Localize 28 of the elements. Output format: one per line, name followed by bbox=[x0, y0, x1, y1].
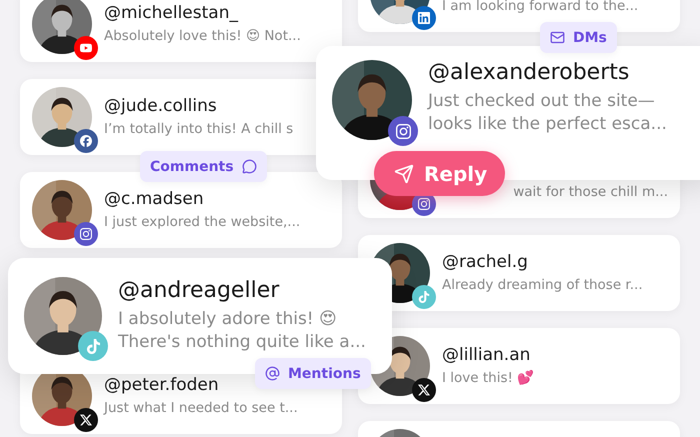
tiktok-icon bbox=[78, 331, 108, 361]
comment-text: I just explored the website,... bbox=[104, 213, 300, 232]
username: @peter.foden bbox=[104, 374, 220, 396]
comment-text: I’m totally into this! A chill s bbox=[104, 120, 294, 138]
comment-text: Just what I needed to see t... bbox=[104, 399, 298, 418]
tag-label: DMs bbox=[573, 30, 607, 46]
username: @c.madsen bbox=[104, 188, 205, 210]
username: @michellestan_ bbox=[104, 2, 240, 24]
username: @lillian.an bbox=[442, 344, 532, 366]
reply-button[interactable]: Reply bbox=[374, 151, 506, 196]
comment-text: Just checked out the site— looks like the perfect esca... bbox=[428, 90, 667, 136]
at-sign-icon bbox=[265, 366, 280, 381]
instagram-icon bbox=[388, 116, 418, 146]
chat-bubble-icon bbox=[242, 159, 257, 174]
username: @jude.collins bbox=[104, 96, 218, 116]
username: @alexanderoberts bbox=[428, 60, 630, 86]
comment-text: wait for those chill m... bbox=[513, 182, 668, 202]
comment-text: Already dreaming of those r... bbox=[442, 276, 643, 294]
comment-text: I absolutely adore this! 😍 There's nothing quite like a... bbox=[118, 308, 366, 354]
tag-label: Comments bbox=[150, 158, 234, 174]
comment-text: I am looking forward to the... bbox=[442, 0, 638, 16]
comment-text: I love this! 💕 bbox=[442, 369, 534, 388]
tag-label: Mentions bbox=[288, 366, 361, 382]
comment-text: Absolutely love this! 😍 Not... bbox=[104, 27, 301, 46]
username: @rachel.g bbox=[442, 252, 529, 272]
username: @andreageller bbox=[118, 278, 280, 304]
send-icon bbox=[394, 164, 414, 184]
envelope-icon bbox=[550, 30, 565, 45]
